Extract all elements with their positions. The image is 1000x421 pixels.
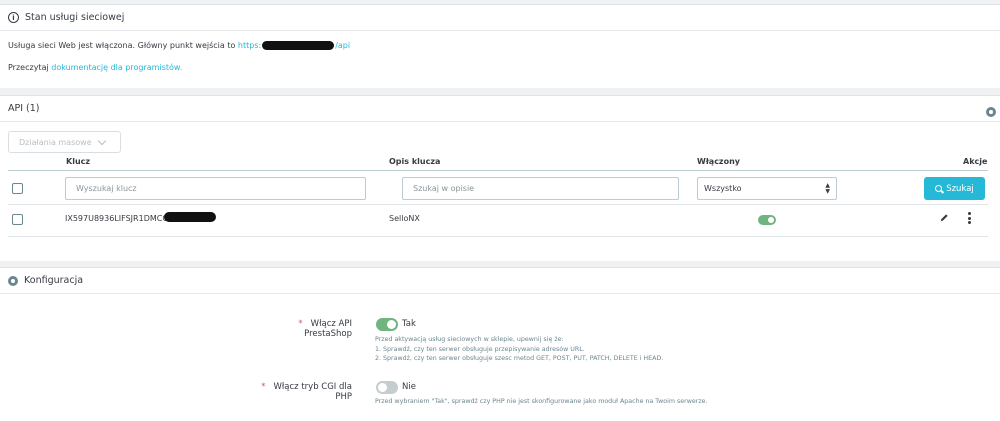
enable-api-value: Tak: [402, 319, 416, 329]
column-header-key[interactable]: Klucz: [66, 157, 90, 166]
api-panel: API (1) Działania masowe Klucz Opis kluc…: [0, 95, 1000, 261]
enabled-filter-select[interactable]: Wszystko ▲ ▼: [697, 177, 837, 200]
search-button[interactable]: Szukaj: [924, 177, 985, 200]
more-actions-icon[interactable]: [968, 212, 971, 224]
cgi-value: Nie: [402, 382, 416, 392]
info-icon: i: [8, 12, 19, 23]
cgi-help: Przed wybraniem "Tak", sprawdź czy PHP n…: [375, 398, 708, 405]
key-filter-input[interactable]: Wyszukaj klucz: [65, 177, 366, 200]
redacted-domain: [262, 41, 335, 50]
enable-api-toggle[interactable]: [376, 318, 398, 331]
api-panel-title: API (1): [8, 103, 40, 114]
api-panel-header: API (1): [0, 96, 1000, 122]
docs-line: Przeczytaj dokumentację dla programistów…: [8, 63, 182, 72]
gear-icon[interactable]: [986, 107, 996, 117]
search-icon: [935, 185, 943, 192]
select-arrows-icon: ▲ ▼: [825, 182, 830, 195]
row-enabled-toggle[interactable]: [758, 215, 776, 225]
api-entry-url-link[interactable]: https:/api: [238, 41, 350, 50]
cgi-toggle[interactable]: [376, 381, 398, 394]
column-header-description[interactable]: Opis klucza: [389, 157, 440, 166]
cgi-label: * Włącz tryb CGI dla PHP: [261, 382, 352, 402]
row-checkbox[interactable]: [12, 214, 23, 225]
column-header-enabled[interactable]: Włączony: [697, 157, 740, 166]
docs-prefix: Przeczytaj: [8, 63, 49, 72]
select-all-checkbox[interactable]: [12, 183, 23, 194]
enable-api-label: * Włącz API PrestaShop: [298, 319, 352, 339]
service-status-text: Usługa sieci Web jest włączona. Główny p…: [8, 41, 236, 50]
service-status-panel: i Stan usługi sieciowej Usługa sieci Web…: [0, 4, 1000, 88]
filter-divider: [8, 204, 988, 205]
config-panel: Konfiguracja * Włącz API PrestaShop Tak P…: [0, 267, 1000, 421]
service-status-header: i Stan usługi sieciowej: [0, 5, 1000, 31]
enable-api-help: Przed aktywacją usług sieciowych w sklep…: [375, 336, 664, 362]
service-status-line: Usługa sieci Web jest włączona. Główny p…: [8, 41, 350, 50]
row-description: SelloNX: [389, 214, 420, 223]
row-key: IX597U8936LIFSJR1DMCCSA: [65, 214, 179, 223]
gear-icon: [8, 275, 18, 286]
docs-link[interactable]: dokumentację dla programistów.: [51, 63, 182, 72]
config-panel-header: Konfiguracja: [0, 268, 1000, 294]
bulk-actions-button[interactable]: Działania masowe: [8, 131, 121, 153]
required-mark: *: [261, 382, 266, 392]
edit-icon[interactable]: [940, 213, 949, 222]
header-divider: [8, 170, 988, 171]
row-divider: [8, 236, 988, 237]
chevron-down-icon: [97, 136, 106, 145]
service-status-title: Stan usługi sieciowej: [25, 12, 125, 23]
description-filter-input[interactable]: Szukaj w opisie: [402, 177, 679, 200]
required-mark: *: [298, 319, 303, 329]
column-header-actions: Akcje: [963, 157, 988, 166]
config-panel-title: Konfiguracja: [24, 275, 84, 286]
redacted-key: [164, 212, 216, 222]
